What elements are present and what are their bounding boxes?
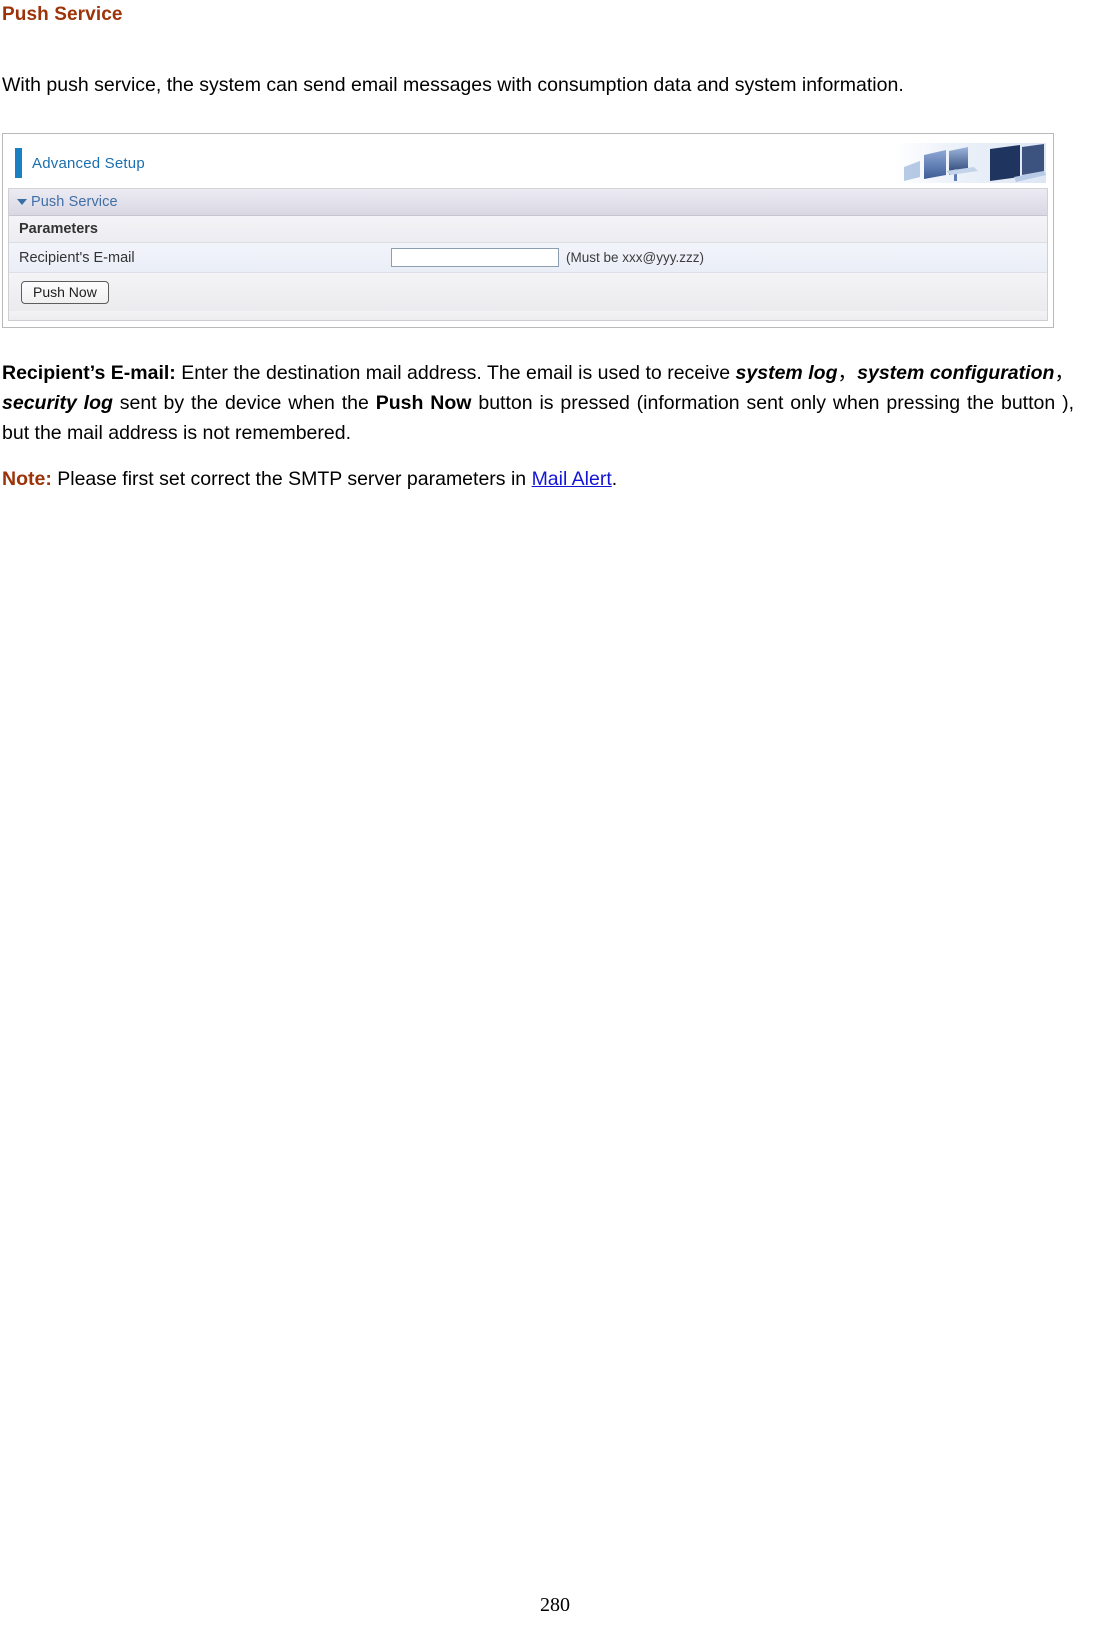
router-ui-screenshot: Advanced Setup Push Service Parameters R… <box>2 133 1054 328</box>
document-page: Push Service With push service, the syst… <box>0 4 1110 1633</box>
description-part1: Enter the destination mail address. The … <box>175 362 736 384</box>
description-emphasis-security-log: security log <box>2 392 113 414</box>
description-strong-push-now: Push Now <box>375 392 472 414</box>
ui-body: Push Service Parameters Recipient's E-ma… <box>8 189 1048 321</box>
triangle-down-icon[interactable] <box>17 199 27 205</box>
description-emphasis-system-configuration: system configuration <box>857 362 1055 384</box>
action-row: Push Now <box>9 273 1047 311</box>
email-format-hint: (Must be xxx@yyy.zzz) <box>566 250 704 265</box>
push-now-button[interactable]: Push Now <box>21 280 109 304</box>
intro-paragraph: With push service, the system can send e… <box>2 74 904 96</box>
parameters-row: Parameters <box>9 216 1047 243</box>
description-separator-2: ， <box>1054 361 1074 384</box>
description-part2: sent by the device when the <box>112 392 376 414</box>
section-header-label: Push Service <box>31 194 118 210</box>
parameters-label: Parameters <box>19 221 98 237</box>
note-paragraph: Note: Please first set correct the SMTP … <box>2 464 1074 494</box>
mail-alert-link[interactable]: Mail Alert <box>532 468 612 490</box>
page-title: Push Service <box>2 4 123 25</box>
note-text-after: . <box>611 468 618 490</box>
description-separator-1: ， <box>837 361 858 384</box>
ui-footer-strip <box>9 311 1047 320</box>
description-term: Recipient’s E-mail: <box>2 362 176 384</box>
note-text-before: Please first set correct the SMTP server… <box>51 468 532 490</box>
ui-header: Advanced Setup <box>8 138 1048 189</box>
header-accent-bar <box>15 148 22 178</box>
ui-header-title: Advanced Setup <box>32 154 145 172</box>
recipient-email-row: Recipient's E-mail (Must be xxx@yyy.zzz) <box>9 243 1047 273</box>
note-label: Note: <box>2 468 52 490</box>
page-number: 280 <box>540 1594 570 1616</box>
description-paragraph: Recipient’s E-mail: Enter the destinatio… <box>2 358 1074 448</box>
recipient-email-input[interactable] <box>391 248 559 267</box>
section-header-push-service[interactable]: Push Service <box>9 189 1047 216</box>
office-laptops-banner-icon <box>894 141 1046 185</box>
description-emphasis-system-log: system log <box>735 362 838 384</box>
recipient-email-label: Recipient's E-mail <box>19 249 135 266</box>
